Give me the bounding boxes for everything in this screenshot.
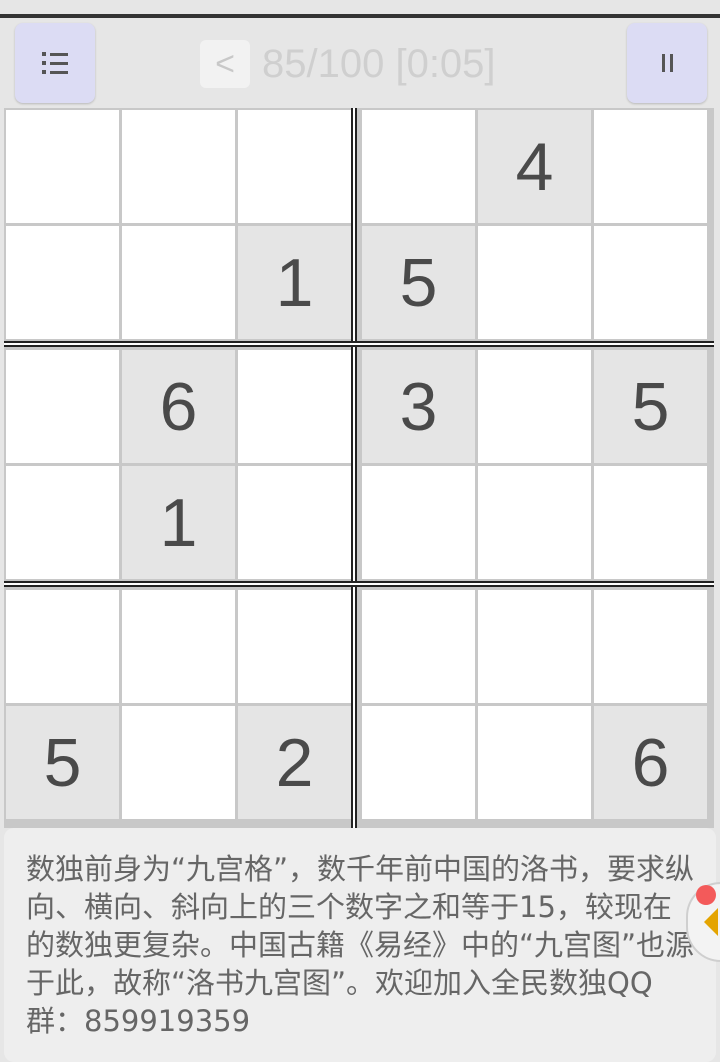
board-cell[interactable] — [238, 110, 351, 223]
board-cell[interactable] — [238, 590, 351, 703]
board-cell[interactable] — [478, 466, 591, 579]
board-cell[interactable]: 5 — [594, 350, 707, 463]
board-cell[interactable] — [362, 110, 475, 223]
board-cell[interactable] — [478, 590, 591, 703]
board-cell[interactable] — [362, 466, 475, 579]
board-cell[interactable]: 6 — [122, 350, 235, 463]
info-panel: 数独前身为“九宫格”，数千年前中国的洛书，要求纵向、横向、斜向上的三个数字之和等… — [4, 828, 716, 1062]
menu-button[interactable] — [15, 23, 95, 103]
board-cell[interactable] — [594, 466, 707, 579]
notification-dot — [696, 885, 716, 905]
board-cell[interactable] — [122, 590, 235, 703]
info-text: 数独前身为“九宫格”，数千年前中国的洛书，要求纵向、横向、斜向上的三个数字之和等… — [26, 852, 695, 1038]
board-cell[interactable] — [478, 350, 591, 463]
board-cell[interactable] — [122, 110, 235, 223]
board-cell[interactable] — [6, 110, 119, 223]
board-cell[interactable] — [478, 706, 591, 819]
board-cell[interactable]: 5 — [6, 706, 119, 819]
board-cell[interactable] — [6, 226, 119, 339]
board-cell[interactable]: 1 — [238, 226, 351, 339]
board-cell[interactable] — [122, 706, 235, 819]
board-cell[interactable] — [6, 466, 119, 579]
pause-button[interactable] — [627, 23, 707, 103]
box-divider-horizontal — [4, 581, 714, 587]
board-cell[interactable] — [594, 110, 707, 223]
board-cell[interactable] — [478, 226, 591, 339]
board-cell[interactable] — [6, 350, 119, 463]
header-bar: < 85/100 [0:05] — [0, 18, 720, 108]
board-cell[interactable]: 4 — [478, 110, 591, 223]
list-icon — [42, 52, 68, 74]
board-cell[interactable] — [594, 226, 707, 339]
title-area: < 85/100 [0:05] — [200, 36, 496, 92]
back-button[interactable]: < — [200, 40, 250, 88]
board-cell[interactable]: 1 — [122, 466, 235, 579]
board-cell[interactable] — [122, 226, 235, 339]
board-cell[interactable]: 2 — [238, 706, 351, 819]
board-cell[interactable] — [238, 350, 351, 463]
box-divider-vertical — [351, 108, 357, 828]
board-cell[interactable] — [594, 590, 707, 703]
pause-icon — [661, 54, 673, 72]
board-cell[interactable] — [362, 590, 475, 703]
chevron-left-icon — [704, 908, 718, 936]
board-cell[interactable]: 5 — [362, 226, 475, 339]
box-divider-horizontal — [4, 341, 714, 347]
board-cell[interactable] — [6, 590, 119, 703]
board-cell[interactable]: 6 — [594, 706, 707, 819]
board-cell[interactable] — [362, 706, 475, 819]
chevron-left-icon: < — [215, 45, 235, 83]
board-cell[interactable]: 3 — [362, 350, 475, 463]
sudoku-board: 4156351526 — [4, 108, 714, 828]
puzzle-progress: 85/100 [0:05] — [262, 42, 496, 86]
board-cell[interactable] — [238, 466, 351, 579]
